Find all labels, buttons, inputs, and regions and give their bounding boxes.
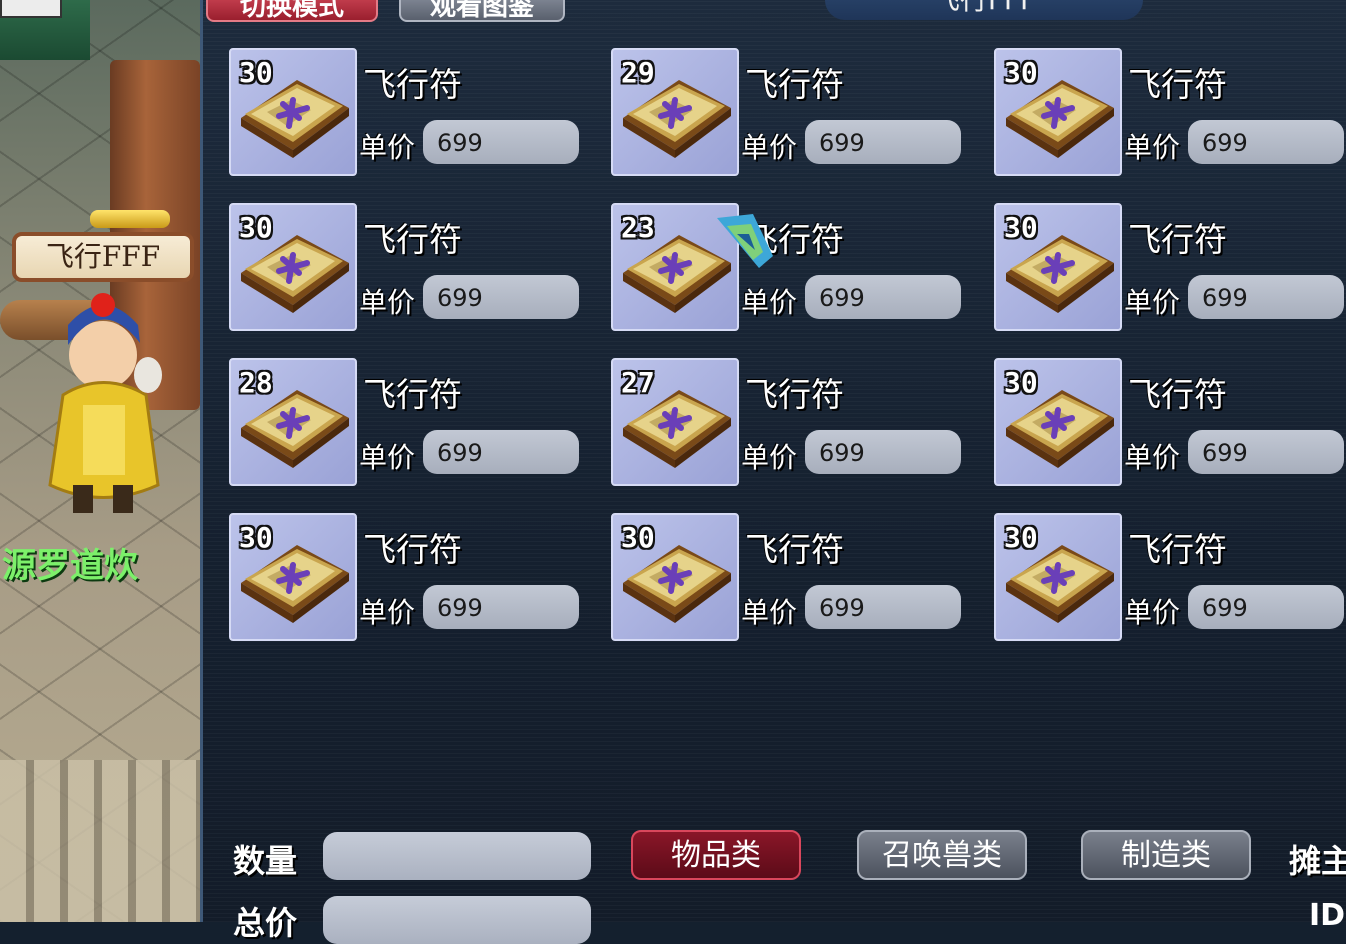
item-icon-box[interactable]: 30 — [229, 48, 357, 176]
quantity-label: 数量 — [233, 842, 298, 880]
item-slot[interactable]: 30 飞行符 单价 699 — [229, 513, 589, 643]
item-icon-box[interactable]: 29 — [611, 48, 739, 176]
item-name: 飞行符 — [745, 530, 844, 569]
price-value: 699 — [1188, 275, 1344, 319]
item-slot[interactable]: 29 飞行符 单价 699 — [611, 48, 971, 178]
stall-owner-label: 摊主 — [1289, 842, 1346, 880]
item-slot[interactable]: 30 飞行符 单价 699 — [994, 358, 1346, 488]
price-label: 单价 — [741, 596, 798, 629]
id-label: ID — [1309, 898, 1346, 933]
price-value: 699 — [423, 120, 579, 164]
price-label: 单价 — [1124, 441, 1181, 474]
price-label: 单价 — [359, 596, 416, 629]
item-icon-box[interactable]: 30 — [994, 358, 1122, 486]
pets-category-button[interactable]: 召唤兽类 — [857, 830, 1027, 880]
item-name: 飞行符 — [363, 65, 462, 104]
item-icon-box[interactable]: 30 — [994, 203, 1122, 331]
price-value: 699 — [805, 275, 961, 319]
total-input[interactable] — [323, 896, 591, 944]
item-name: 飞行符 — [745, 375, 844, 414]
item-slot[interactable]: 30 飞行符 单价 699 — [994, 203, 1346, 333]
item-name: 飞行符 — [363, 220, 462, 259]
price-value: 699 — [1188, 120, 1344, 164]
cursor-icon — [717, 214, 773, 268]
item-icon-box[interactable]: 30 — [611, 513, 739, 641]
item-quantity: 28 — [239, 366, 273, 399]
price-label: 单价 — [1124, 286, 1181, 319]
price-value: 699 — [423, 585, 579, 629]
item-name: 飞行符 — [1128, 530, 1227, 569]
item-name: 飞行符 — [1128, 220, 1227, 259]
item-slot[interactable]: 30 飞行符 单价 699 — [994, 48, 1346, 178]
item-quantity: 27 — [621, 366, 655, 399]
menu-icon[interactable] — [0, 0, 62, 18]
item-icon-box[interactable]: 30 — [229, 203, 357, 331]
crafting-category-button[interactable]: 制造类 — [1081, 830, 1251, 880]
item-slot[interactable]: 30 飞行符 单价 699 — [229, 48, 589, 178]
item-slot[interactable]: 28 飞行符 单价 699 — [229, 358, 589, 488]
item-name: 飞行符 — [363, 375, 462, 414]
item-icon-box[interactable]: 28 — [229, 358, 357, 486]
item-slot[interactable]: 30 飞行符 单价 699 — [611, 513, 971, 643]
stall-title: 飞行FFF — [825, 0, 1143, 20]
item-name: 飞行符 — [745, 65, 844, 104]
price-value: 699 — [805, 120, 961, 164]
item-icon-box[interactable]: 30 — [229, 513, 357, 641]
item-name: 飞行符 — [1128, 65, 1227, 104]
player-name: 源罗道炊 — [2, 546, 138, 586]
stall-panel: 切换模式 观看图鉴 飞行FFF 30 飞行符 单价 699 29 飞行符 单价 … — [200, 0, 1346, 944]
gold-ornament — [90, 210, 170, 228]
quantity-input[interactable] — [323, 832, 591, 880]
price-label: 单价 — [741, 441, 798, 474]
item-icon-box[interactable]: 30 — [994, 48, 1122, 176]
item-name: 飞行符 — [1128, 375, 1227, 414]
item-icon-box[interactable]: 30 — [994, 513, 1122, 641]
item-name: 飞行符 — [363, 530, 462, 569]
item-quantity: 23 — [621, 211, 655, 244]
stall-sign[interactable]: 飞行FFF — [12, 232, 194, 282]
item-quantity: 30 — [1004, 211, 1038, 244]
game-scene: 飞行FFF 源罗道炊 — [0, 0, 200, 922]
item-quantity: 30 — [1004, 56, 1038, 89]
item-quantity: 30 — [239, 56, 273, 89]
view-guide-tab[interactable]: 观看图鉴 — [399, 0, 565, 22]
price-label: 单价 — [1124, 596, 1181, 629]
switch-mode-tab[interactable]: 切换模式 — [206, 0, 378, 22]
stone-railing — [0, 760, 200, 922]
price-label: 单价 — [741, 131, 798, 164]
total-label: 总价 — [233, 904, 298, 942]
item-quantity: 30 — [621, 521, 655, 554]
item-slot[interactable]: 30 飞行符 单价 699 — [229, 203, 589, 333]
price-label: 单价 — [1124, 131, 1181, 164]
item-icon-box[interactable]: 27 — [611, 358, 739, 486]
item-quantity: 30 — [1004, 366, 1038, 399]
price-value: 699 — [805, 585, 961, 629]
price-value: 699 — [423, 275, 579, 319]
item-quantity: 30 — [239, 521, 273, 554]
item-quantity: 30 — [239, 211, 273, 244]
item-quantity: 30 — [1004, 521, 1038, 554]
item-quantity: 29 — [621, 56, 655, 89]
player-character[interactable] — [28, 285, 178, 525]
price-label: 单价 — [359, 131, 416, 164]
price-label: 单价 — [359, 286, 416, 319]
item-slot[interactable]: 23 飞行符 单价 699 — [611, 203, 971, 333]
price-value: 699 — [1188, 430, 1344, 474]
price-label: 单价 — [741, 286, 798, 319]
price-value: 699 — [1188, 585, 1344, 629]
price-value: 699 — [423, 430, 579, 474]
items-category-button[interactable]: 物品类 — [631, 830, 801, 880]
item-slot[interactable]: 30 飞行符 单价 699 — [994, 513, 1346, 643]
price-value: 699 — [805, 430, 961, 474]
item-slot[interactable]: 27 飞行符 单价 699 — [611, 358, 971, 488]
price-label: 单价 — [359, 441, 416, 474]
